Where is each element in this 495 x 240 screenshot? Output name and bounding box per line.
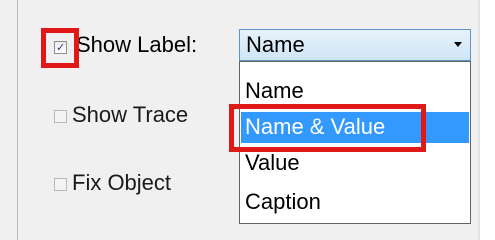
label-mode-select-value: Name — [246, 32, 305, 57]
show-label-text: Show Label: — [76, 32, 198, 57]
label-mode-select[interactable]: Name — [239, 29, 471, 61]
fix-object-text: Fix Object — [72, 170, 172, 195]
screenshot-stage: ✓ Show Label: Show Trace Fix Object Name… — [0, 0, 495, 240]
dropdown-option-value[interactable]: Value — [241, 148, 469, 179]
chevron-down-icon[interactable] — [454, 42, 462, 47]
panel-right-edge — [478, 0, 480, 240]
fix-object-checkbox[interactable] — [54, 178, 67, 191]
panel-frame-line — [17, 0, 18, 240]
dropdown-option-caption[interactable]: Caption — [241, 187, 469, 218]
show-trace-checkbox[interactable] — [54, 110, 67, 123]
annotation-box-checkbox — [41, 28, 79, 68]
annotation-box-option — [229, 104, 426, 152]
show-trace-text: Show Trace — [72, 102, 189, 127]
dropdown-option-name[interactable]: Name — [241, 76, 469, 107]
